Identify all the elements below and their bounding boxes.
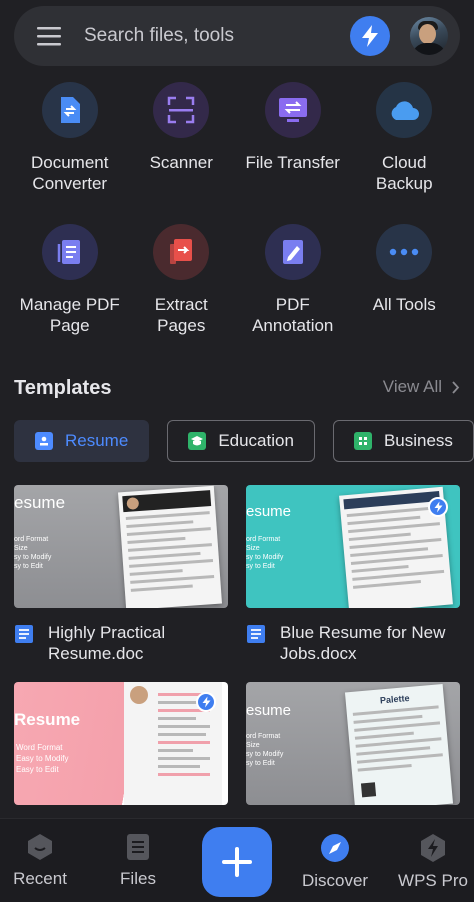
pdf-annotation-icon: [264, 224, 321, 280]
template-name: Highly Practical Resume.doc: [48, 623, 166, 663]
tool-scanner[interactable]: Scanner: [126, 82, 238, 194]
tab-resume[interactable]: Resume: [14, 420, 150, 462]
tool-label: Extract Pages: [154, 295, 208, 335]
template-grid: esume ord Format Size sy to Modify sy to Ed…: [14, 485, 460, 805]
template-category-tabs: Resume Education Business: [14, 420, 474, 462]
graduation-cap-icon: [188, 432, 207, 450]
premium-badge: [428, 497, 448, 517]
word-document-icon: [15, 625, 33, 643]
file-transfer-icon: [264, 82, 321, 138]
create-new-button[interactable]: [202, 827, 272, 897]
view-all-label: View All: [382, 377, 442, 396]
template-name: Blue Resume for New Jobs.docx: [280, 623, 446, 663]
templates-heading: Templates: [14, 377, 112, 399]
resume-paper-image: Palette: [344, 683, 454, 805]
premium-badge: [196, 692, 216, 712]
nav-files[interactable]: Files: [93, 833, 183, 889]
tool-cloud-backup[interactable]: Cloud Backup: [349, 82, 461, 194]
nav-wps-pro[interactable]: WPS Pro: [388, 833, 474, 891]
recent-icon: [28, 834, 52, 860]
template-thumbnail: esume ord Format Size sy to Modify sy to Ed…: [246, 682, 460, 805]
nav-discover[interactable]: Discover: [290, 833, 380, 891]
business-doc-icon: [353, 432, 372, 450]
tab-label: Education: [218, 431, 294, 450]
template-card[interactable]: esume ord Format Size sy to Modify sy to Ed…: [246, 485, 460, 682]
resume-paper-image: [118, 485, 222, 608]
nav-label: WPS Pro: [398, 871, 468, 890]
view-all-link[interactable]: View All: [383, 377, 460, 397]
resume-icon: [35, 432, 53, 450]
template-card[interactable]: Resume Word Format Easy to Modify Easy to …: [14, 682, 228, 805]
template-thumbnail: esume ord Format Size sy to Modify sy to Ed…: [246, 485, 460, 608]
tab-business[interactable]: Business: [332, 420, 474, 462]
tool-label: PDF Annotation: [252, 295, 334, 335]
tab-label: Resume: [65, 431, 129, 450]
tool-file-transfer[interactable]: File Transfer: [237, 82, 349, 194]
menu-button[interactable]: [14, 6, 84, 66]
bottom-navigation: Recent Files Discover WPS Pro: [0, 818, 474, 902]
search-bar[interactable]: Search files, tools: [14, 6, 460, 66]
tool-pdf-annotation[interactable]: PDF Annotation: [237, 224, 349, 336]
lightning-bolt-icon: [434, 501, 442, 513]
quick-action-button[interactable]: [350, 16, 390, 56]
tool-label: File Transfer: [245, 153, 340, 172]
extract-pages-icon: [153, 224, 210, 280]
tab-label: Business: [383, 431, 453, 450]
search-input[interactable]: Search files, tools: [84, 25, 350, 47]
cloud-backup-icon: [376, 82, 433, 138]
tools-grid: Document Converter Scanner File Transfer…: [0, 82, 474, 336]
discover-compass-icon: [321, 834, 349, 862]
tool-manage-pdf-page[interactable]: Manage PDF Page: [14, 224, 126, 336]
nav-label: Files: [120, 869, 156, 888]
all-tools-icon: [376, 224, 433, 280]
template-card[interactable]: esume ord Format Size sy to Modify sy to Ed…: [14, 485, 228, 682]
tool-label: Document Converter: [31, 153, 109, 193]
nav-label: Discover: [301, 871, 369, 890]
word-document-icon: [247, 625, 265, 643]
nav-recent[interactable]: Recent: [0, 833, 85, 889]
tool-all-tools[interactable]: All Tools: [349, 224, 461, 336]
tool-label: Cloud Backup: [375, 153, 433, 193]
plus-icon: [222, 847, 252, 877]
tool-document-converter[interactable]: Document Converter: [14, 82, 126, 194]
chevron-right-icon: [452, 380, 460, 394]
template-thumbnail: esume ord Format Size sy to Modify sy to Ed…: [14, 485, 228, 608]
tab-education[interactable]: Education: [167, 420, 315, 462]
tool-label: All Tools: [372, 295, 436, 314]
scanner-icon: [153, 82, 210, 138]
document-converter-icon: [41, 82, 98, 138]
template-thumbnail: Resume Word Format Easy to Modify Easy to …: [14, 682, 228, 805]
hamburger-menu-icon: [37, 27, 61, 46]
tool-label: Scanner: [149, 153, 213, 172]
lightning-bolt-icon: [202, 696, 210, 708]
user-avatar[interactable]: [410, 17, 448, 55]
tool-extract-pages[interactable]: Extract Pages: [126, 224, 238, 336]
files-icon: [127, 834, 149, 860]
template-card[interactable]: esume ord Format Size sy to Modify sy to Ed…: [246, 682, 460, 805]
lightning-bolt-icon: [362, 25, 378, 47]
nav-label: Recent: [13, 869, 67, 888]
tool-label: Manage PDF Page: [19, 295, 120, 335]
wps-pro-icon: [421, 834, 445, 862]
manage-pdf-icon: [41, 224, 98, 280]
